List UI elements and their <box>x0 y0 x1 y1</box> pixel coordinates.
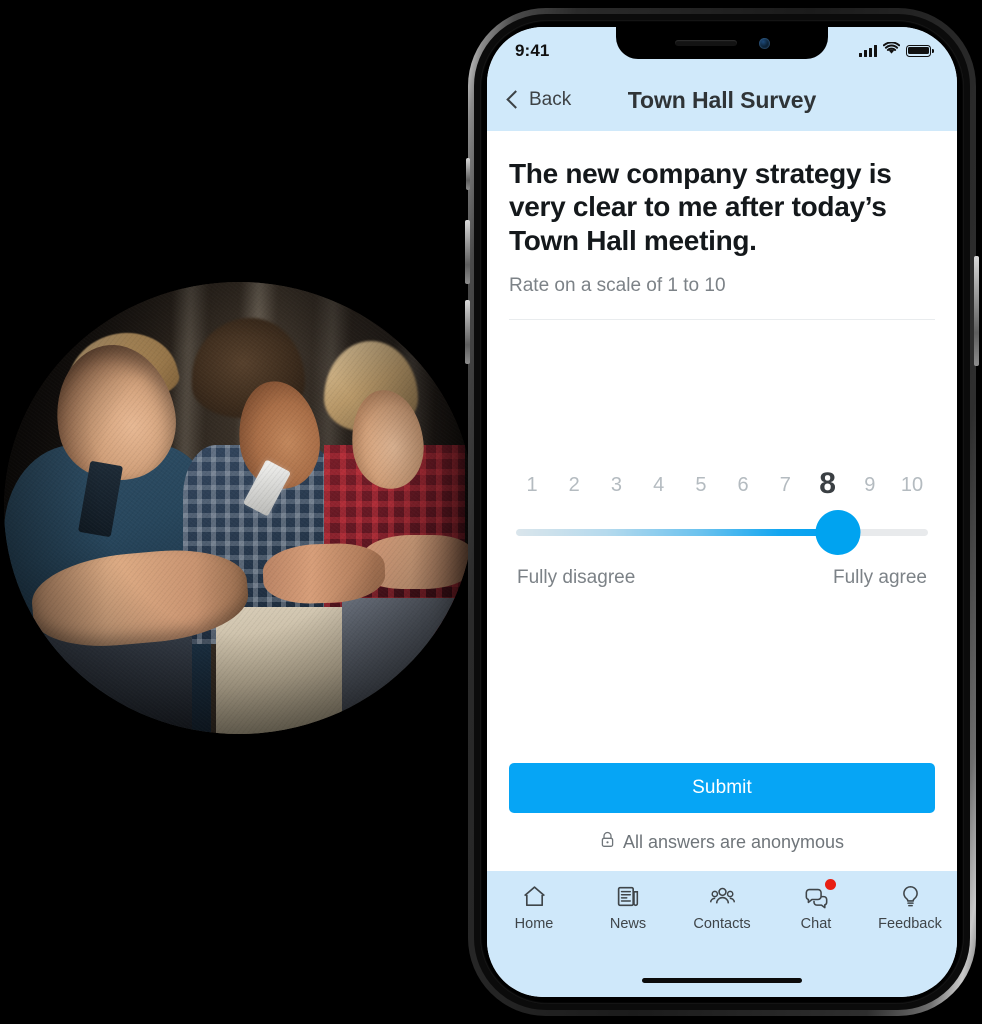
slider-max-label: Fully agree <box>833 566 927 588</box>
tab-label: Chat <box>800 916 832 932</box>
slider-min-label: Fully disagree <box>517 566 636 588</box>
rating-scale-numbers: 1 2 3 4 5 6 7 8 9 10 <box>513 469 931 498</box>
slider-anchor-labels: Fully disagree Fully agree <box>513 567 931 589</box>
tab-label: Feedback <box>878 916 942 932</box>
nav-bar: Back Town Hall Survey <box>487 69 957 131</box>
submit-button[interactable]: Submit <box>509 763 935 813</box>
scale-number-7[interactable]: 7 <box>768 474 802 497</box>
tab-home[interactable]: Home <box>487 883 581 932</box>
rating-slider[interactable] <box>513 510 931 556</box>
submit-area: Submit All answers are anonymous <box>509 763 935 871</box>
scale-number-5[interactable]: 5 <box>684 474 718 497</box>
phone-notch <box>616 27 828 59</box>
volume-down-button[interactable] <box>465 300 470 364</box>
phone-mockup: 9:41 Back Town Hall Survey The new compa… <box>465 8 979 1016</box>
slider-filled-track <box>516 529 839 537</box>
back-button-label: Back <box>529 89 572 110</box>
front-camera <box>758 37 770 49</box>
earpiece-speaker <box>674 40 737 46</box>
survey-question: The new company strategy is very clear t… <box>509 158 892 256</box>
mute-switch-button[interactable] <box>466 158 470 190</box>
lower-spacer <box>509 589 935 763</box>
tab-contacts[interactable]: Contacts <box>675 883 769 932</box>
tab-chat[interactable]: Chat <box>769 879 863 932</box>
scale-number-4[interactable]: 4 <box>642 474 676 497</box>
tab-label: Home <box>514 916 554 932</box>
bottom-tab-bar: Home News Contacts Chat Feedback <box>487 871 957 963</box>
tab-label: Contacts <box>693 916 751 932</box>
phone-screen: 9:41 Back Town Hall Survey The new compa… <box>487 27 957 997</box>
lock-icon <box>600 831 615 853</box>
rating-slider-block: 1 2 3 4 5 6 7 8 9 10 Fully disagree Fully agree <box>509 469 935 589</box>
newspaper-icon <box>615 883 642 910</box>
survey-subtitle: Rate on a scale of 1 to 10 <box>509 274 726 296</box>
people-group-icon <box>709 883 736 910</box>
photo-canvas <box>4 282 474 734</box>
scale-number-10[interactable]: 10 <box>895 474 929 497</box>
upper-spacer <box>509 320 935 471</box>
home-indicator[interactable] <box>642 977 802 983</box>
status-time: 9:41 <box>515 40 550 60</box>
scale-number-6[interactable]: 6 <box>726 474 760 497</box>
home-indicator-area <box>487 963 957 997</box>
photo-vignette <box>4 282 474 734</box>
chat-bubbles-icon <box>803 879 836 910</box>
tab-label: News <box>609 916 647 932</box>
back-button[interactable]: Back <box>506 89 572 111</box>
battery-full-icon <box>906 44 934 57</box>
notification-badge <box>824 879 836 890</box>
scale-number-9[interactable]: 9 <box>853 474 887 497</box>
volume-up-button[interactable] <box>465 220 470 284</box>
scale-number-3[interactable]: 3 <box>599 474 633 497</box>
cellular-signal-icon <box>859 44 877 57</box>
scale-number-1[interactable]: 1 <box>515 474 549 497</box>
slider-thumb[interactable] <box>815 510 861 556</box>
chevron-left-icon <box>506 90 525 109</box>
anonymous-note: All answers are anonymous <box>509 831 935 853</box>
survey-content: The new company strategy is very clear t… <box>487 131 957 871</box>
tab-news[interactable]: News <box>581 883 675 932</box>
anonymous-note-text: All answers are anonymous <box>622 831 845 852</box>
tab-feedback[interactable]: Feedback <box>863 883 957 932</box>
wifi-icon <box>882 40 901 60</box>
scale-number-8[interactable]: 8 <box>811 469 845 498</box>
lightbulb-icon <box>897 883 924 910</box>
scale-number-2[interactable]: 2 <box>557 474 591 497</box>
power-button[interactable] <box>974 256 979 366</box>
workers-photo <box>4 282 474 734</box>
home-icon <box>521 883 548 910</box>
status-indicators <box>859 37 934 60</box>
